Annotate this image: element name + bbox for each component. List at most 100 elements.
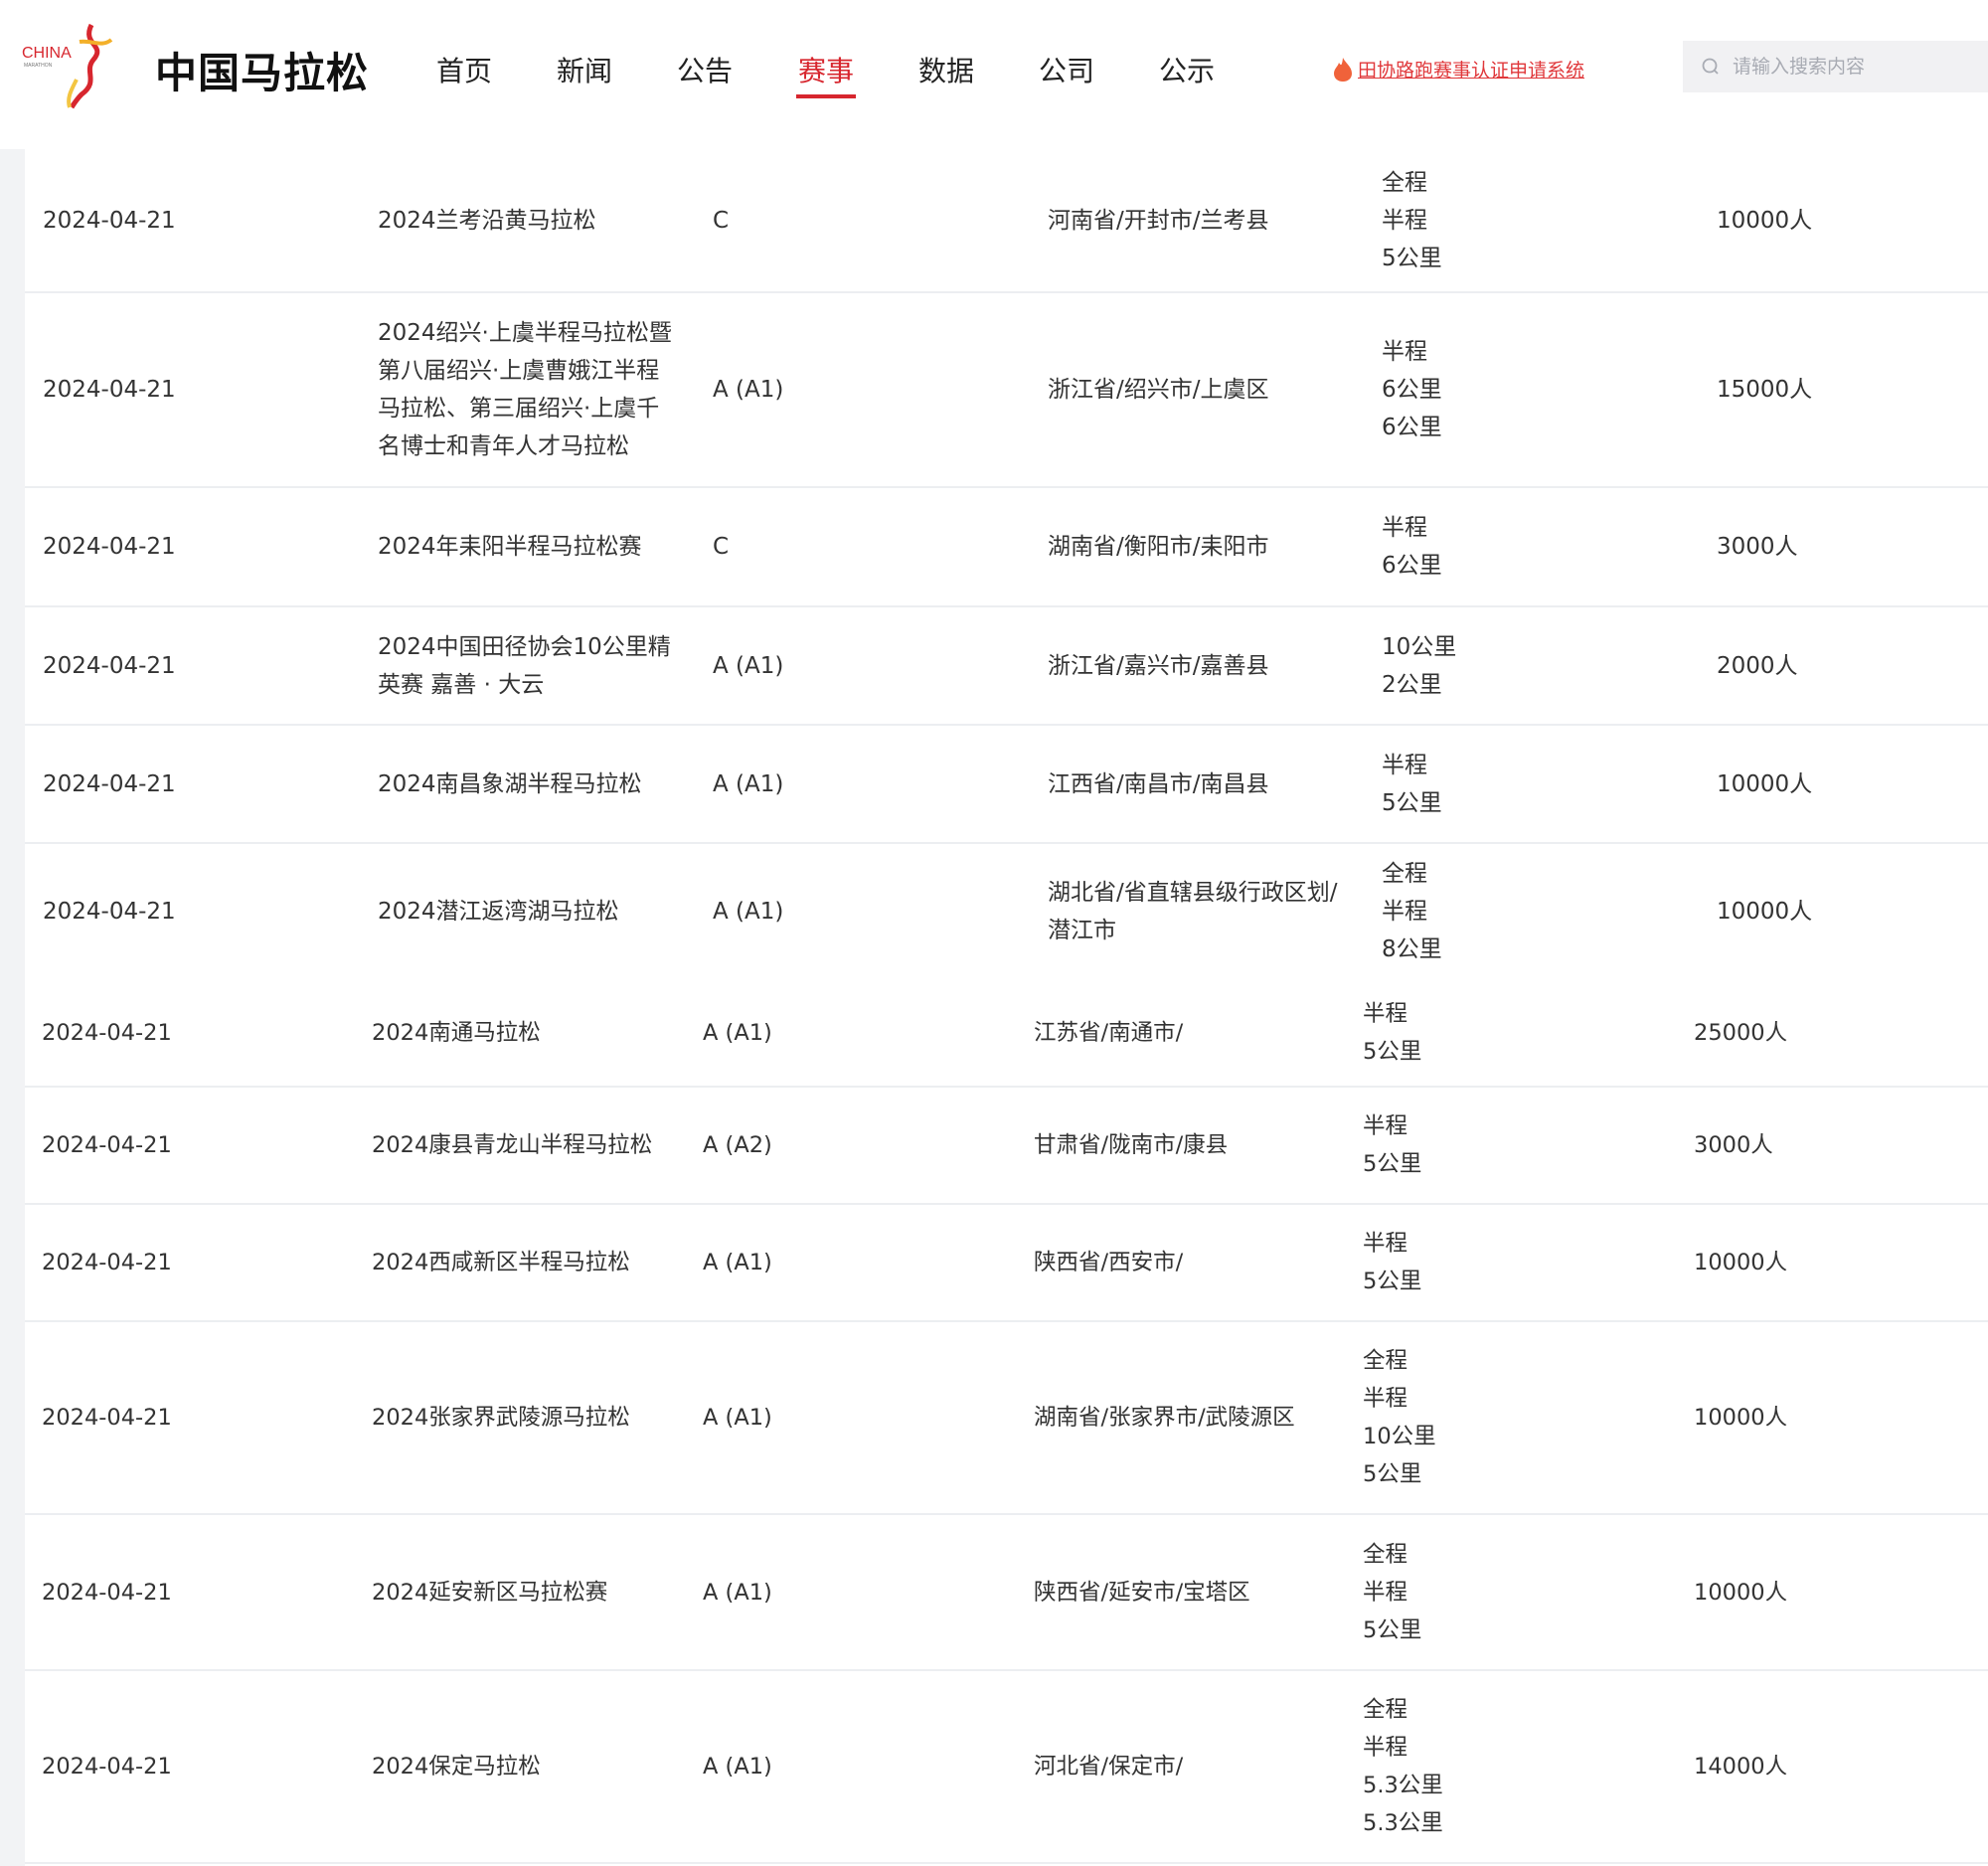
event-name-line: 2024张家界武陵源马拉松 <box>372 1399 680 1437</box>
event-distances: 半程6公里 <box>1382 509 1442 585</box>
event-location: 湖南省/张家界市/武陵源区 <box>1034 1399 1372 1437</box>
event-capacity: 10000人 <box>1717 893 1812 931</box>
event-capacity: 3000人 <box>1717 528 1798 566</box>
event-name-line: 2024潜江返湾湖马拉松 <box>378 893 686 931</box>
event-distances-line: 5公里 <box>1363 1033 1421 1071</box>
svg-text:MARATHON: MARATHON <box>24 63 53 69</box>
nav-announcements[interactable]: 公告 <box>677 50 733 89</box>
table-row[interactable]: 2024-04-212024南通马拉松A (A1)江苏省/南通市/半程5公里25… <box>25 979 1988 1088</box>
active-nav-indicator <box>796 94 856 98</box>
table-row[interactable]: 2024-04-212024兰考沿黄马拉松C河南省/开封市/兰考县全程半程5公里… <box>25 149 1988 293</box>
event-location-line: 潜江市 <box>1048 912 1386 949</box>
event-name[interactable]: 2024南通马拉松 <box>372 1014 680 1052</box>
nav-events[interactable]: 赛事 <box>798 50 854 89</box>
event-date: 2024-04-21 <box>43 765 176 803</box>
event-name-line: 2024兰考沿黄马拉松 <box>378 202 686 240</box>
event-distances-line: 6公里 <box>1382 547 1442 585</box>
event-location-line: 湖南省/衡阳市/耒阳市 <box>1048 528 1386 566</box>
table-row[interactable]: 2024-04-212024康县青龙山半程马拉松A (A2)甘肃省/陇南市/康县… <box>25 1088 1988 1205</box>
event-date: 2024-04-21 <box>42 1399 172 1437</box>
event-location: 陕西省/延安市/宝塔区 <box>1034 1574 1372 1612</box>
event-name[interactable]: 2024西咸新区半程马拉松 <box>372 1244 680 1281</box>
table-row[interactable]: 2024-04-212024南昌象湖半程马拉松A (A1)江西省/南昌市/南昌县… <box>25 726 1988 844</box>
event-level: A (A1) <box>703 1244 772 1281</box>
event-location-line: 江苏省/南通市/ <box>1034 1014 1372 1052</box>
event-date: 2024-04-21 <box>43 371 176 409</box>
event-name-line: 马拉松、第三届绍兴·上虞千 <box>378 390 686 427</box>
event-date: 2024-04-21 <box>42 1748 172 1785</box>
table-row[interactable]: 2024-04-21 2024绍兴·上虞半程马拉松暨第八届绍兴·上虞曹娥江半程马拉… <box>25 293 1988 488</box>
event-level: A (A1) <box>713 765 783 803</box>
event-distances-line: 全程 <box>1363 1342 1436 1380</box>
certification-link-text[interactable]: 田协路跑赛事认证申请系统 <box>1358 56 1584 83</box>
event-distances-line: 5公里 <box>1363 1145 1421 1183</box>
event-capacity: 15000人 <box>1717 371 1812 409</box>
event-location: 河北省/保定市/ <box>1034 1748 1372 1785</box>
table-row[interactable]: 2024-04-21 2024中国田径协会10公里精英赛 嘉善 · 大云 A (A1… <box>25 607 1988 726</box>
table-row[interactable]: 2024-04-212024潜江返湾湖马拉松A (A1)湖北省/省直辖县级行政区… <box>25 844 1988 979</box>
table-row[interactable]: 2024-04-212024保定马拉松A (A1)河北省/保定市/全程半程5.3… <box>25 1671 1988 1864</box>
event-distances: 半程5公里 <box>1363 995 1421 1071</box>
event-level: A (A1) <box>703 1399 772 1437</box>
event-distances-line: 5公里 <box>1382 240 1442 277</box>
event-date: 2024-04-21 <box>43 647 176 685</box>
nav-data[interactable]: 数据 <box>918 50 974 89</box>
event-location: 湖北省/省直辖县级行政区划/潜江市 <box>1048 874 1386 949</box>
table-row[interactable]: 2024-04-212024年耒阳半程马拉松赛C湖南省/衡阳市/耒阳市半程6公里… <box>25 488 1988 607</box>
event-distances-line: 全程 <box>1363 1536 1421 1574</box>
event-name[interactable]: 2024潜江返湾湖马拉松 <box>378 893 686 931</box>
search-icon[interactable] <box>1701 57 1721 77</box>
event-distances: 全程半程5公里 <box>1382 164 1442 277</box>
event-name[interactable]: 2024张家界武陵源马拉松 <box>372 1399 680 1437</box>
event-name-line: 2024南昌象湖半程马拉松 <box>378 765 686 803</box>
event-name-line: 2024康县青龙山半程马拉松 <box>372 1126 680 1164</box>
event-name[interactable]: 2024中国田径协会10公里精英赛 嘉善 · 大云 <box>378 628 686 704</box>
event-level: A (A1) <box>713 647 783 685</box>
search-box[interactable] <box>1683 41 1988 92</box>
event-date: 2024-04-21 <box>42 1126 172 1164</box>
event-capacity: 14000人 <box>1694 1748 1787 1785</box>
event-date: 2024-04-21 <box>42 1574 172 1612</box>
event-name[interactable]: 2024延安新区马拉松赛 <box>372 1574 680 1612</box>
event-distances-line: 半程 <box>1382 747 1442 784</box>
event-distances: 全程半程5.3公里5.3公里 <box>1363 1691 1443 1842</box>
event-level: A (A1) <box>713 371 783 409</box>
event-date: 2024-04-21 <box>42 1244 172 1281</box>
nav-home[interactable]: 首页 <box>436 50 492 89</box>
nav-public-notice[interactable]: 公示 <box>1159 50 1215 89</box>
event-distances-line: 10公里 <box>1363 1418 1436 1455</box>
event-distances-line: 半程 <box>1363 1574 1421 1612</box>
event-date: 2024-04-21 <box>42 1014 172 1052</box>
table-row[interactable]: 2024-04-212024延安新区马拉松赛A (A1)陕西省/延安市/宝塔区全… <box>25 1515 1988 1671</box>
event-name[interactable]: 2024兰考沿黄马拉松 <box>378 202 686 240</box>
event-capacity: 2000人 <box>1717 647 1798 685</box>
event-distances-line: 5公里 <box>1363 1263 1421 1300</box>
table-row[interactable]: 2024-04-212024西咸新区半程马拉松A (A1)陕西省/西安市/半程5… <box>25 1205 1988 1322</box>
event-distances-line: 半程 <box>1382 202 1442 240</box>
certification-system-link[interactable]: 田协路跑赛事认证申请系统 <box>1332 56 1584 83</box>
event-name[interactable]: 2024康县青龙山半程马拉松 <box>372 1126 680 1164</box>
event-name[interactable]: 2024南昌象湖半程马拉松 <box>378 765 686 803</box>
event-name[interactable]: 2024保定马拉松 <box>372 1748 680 1785</box>
event-name-line: 2024中国田径协会10公里精 <box>378 628 686 666</box>
event-distances: 全程半程8公里 <box>1382 855 1442 968</box>
event-capacity: 3000人 <box>1694 1126 1773 1164</box>
nav-news[interactable]: 新闻 <box>557 50 612 89</box>
event-distances-line: 半程 <box>1363 1225 1421 1263</box>
event-location-line: 甘肃省/陇南市/康县 <box>1034 1126 1372 1164</box>
event-distances-line: 半程 <box>1363 1380 1436 1418</box>
search-input[interactable] <box>1733 56 1961 78</box>
event-distances-line: 半程 <box>1363 995 1421 1033</box>
china-marathon-logo-icon[interactable]: CHINA MARATHON <box>22 20 121 109</box>
event-location-line: 河南省/开封市/兰考县 <box>1048 202 1386 240</box>
event-distances-line: 全程 <box>1363 1691 1443 1729</box>
event-capacity: 10000人 <box>1717 202 1812 240</box>
event-distances: 半程5公里 <box>1382 747 1442 822</box>
event-name[interactable]: 2024绍兴·上虞半程马拉松暨第八届绍兴·上虞曹娥江半程马拉松、第三届绍兴·上虞… <box>378 314 686 465</box>
table-row[interactable]: 2024-04-21 2024张家界武陵源马拉松 A (A1) 湖南省/张家界市/武陵… <box>25 1322 1988 1515</box>
nav-company[interactable]: 公司 <box>1039 50 1094 89</box>
event-distances-line: 半程 <box>1363 1107 1421 1145</box>
event-level: A (A1) <box>713 893 783 931</box>
site-logo-title[interactable]: 中国马拉松 <box>155 40 369 100</box>
event-name[interactable]: 2024年耒阳半程马拉松赛 <box>378 528 686 566</box>
